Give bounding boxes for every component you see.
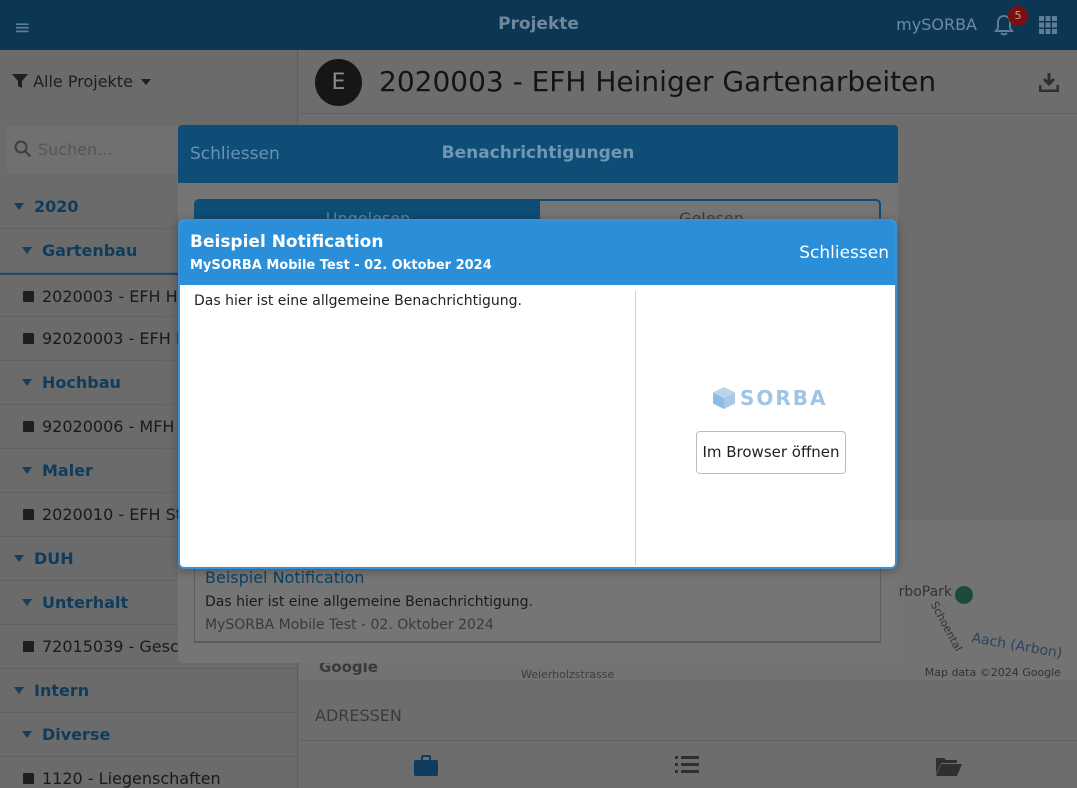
project-icon xyxy=(23,333,34,344)
map-attribution: Map data ©2024 Google xyxy=(924,666,1061,679)
map-street-label: Weierholzstrasse xyxy=(521,668,615,681)
project-title: 2020003 - EFH Heiniger Gartenarbeiten xyxy=(379,65,937,98)
caret-down-icon xyxy=(14,555,24,562)
caret-down-icon xyxy=(22,467,32,474)
tree-subgroup[interactable]: Diverse xyxy=(0,713,298,757)
filter-label: Alle Projekte xyxy=(33,72,133,91)
project-icon xyxy=(23,291,34,302)
caret-down-icon xyxy=(22,247,32,254)
bottom-nav xyxy=(299,740,1077,788)
project-icon xyxy=(23,641,34,652)
tree-label: DUH xyxy=(34,549,74,568)
tree-item[interactable]: 1120 - Liegenschaften xyxy=(0,757,298,788)
notification-detail-body: Das hier ist eine allgemeine Benachricht… xyxy=(194,293,522,309)
user-name[interactable]: mySORBA xyxy=(896,15,977,34)
tree-label: Unterhalt xyxy=(42,593,129,612)
notification-meta: MySORBA Mobile Test - 02. Oktober 2024 xyxy=(205,617,494,633)
project-icon xyxy=(23,773,34,784)
tree-label: Gartenbau xyxy=(42,241,138,260)
project-filter[interactable]: Alle Projekte xyxy=(12,72,152,91)
avatar: E xyxy=(315,59,362,106)
notifications-modal-title: Benachrichtigungen xyxy=(441,143,635,163)
divider xyxy=(635,291,636,565)
filter-icon xyxy=(12,74,28,88)
search-icon xyxy=(14,140,32,158)
project-icon xyxy=(23,509,34,520)
logo-text: SORBA xyxy=(740,386,828,410)
top-bar: ≡ Projekte mySORBA 5 xyxy=(0,0,1077,50)
tree-label: 92020006 - MFH xyxy=(42,417,175,436)
chevron-down-icon xyxy=(141,79,152,85)
caret-down-icon xyxy=(22,599,32,606)
tree-label: Maler xyxy=(42,461,93,480)
caret-down-icon xyxy=(14,687,24,694)
section-title-adressen: ADRESSEN xyxy=(315,706,402,725)
search-placeholder: Suchen... xyxy=(38,140,113,159)
caret-down-icon xyxy=(22,731,32,738)
project-icon xyxy=(23,421,34,432)
notification-detail-header: Beispiel Notification MySORBA Mobile Tes… xyxy=(180,221,895,285)
tree-label: 2020 xyxy=(34,197,79,216)
caret-down-icon xyxy=(22,379,32,386)
open-in-browser-button[interactable]: Im Browser öffnen xyxy=(696,431,846,474)
download-icon[interactable] xyxy=(1039,72,1059,92)
notification-detail-close-button[interactable]: Schliessen xyxy=(799,243,889,263)
briefcase-icon[interactable] xyxy=(413,755,439,777)
notification-body: Das hier ist eine allgemeine Benachricht… xyxy=(205,594,533,610)
notification-list-item[interactable]: Beispiel Notification Das hier ist eine … xyxy=(194,563,881,643)
sorba-logo: SORBA xyxy=(712,385,828,411)
notification-badge: 5 xyxy=(1008,6,1028,26)
map-road-label: Schoental xyxy=(927,599,965,654)
folder-open-icon[interactable] xyxy=(935,755,963,777)
map-place-label: ArboPark xyxy=(889,584,953,600)
tree-label: 2020010 - EFH St xyxy=(42,505,183,524)
project-header: E 2020003 - EFH Heiniger Gartenarbeiten xyxy=(299,50,1077,114)
map-pin-icon[interactable] xyxy=(955,586,973,604)
apps-grid-icon[interactable] xyxy=(1039,16,1057,34)
notification-detail-subtitle: MySORBA Mobile Test - 02. Oktober 2024 xyxy=(190,258,492,273)
tree-group[interactable]: Intern xyxy=(0,669,298,713)
cube-logo-icon xyxy=(713,387,735,409)
notifications-modal-header: Schliessen Benachrichtigungen xyxy=(178,125,898,183)
notification-detail-modal: Beispiel Notification MySORBA Mobile Tes… xyxy=(178,219,897,569)
notification-detail-title: Beispiel Notification xyxy=(190,232,384,252)
tree-label: Hochbau xyxy=(42,373,121,392)
list-icon[interactable] xyxy=(675,755,699,775)
tree-label: Intern xyxy=(34,681,90,700)
notification-title: Beispiel Notification xyxy=(205,568,365,587)
caret-down-icon xyxy=(14,203,24,210)
tree-label: Diverse xyxy=(42,725,111,744)
map-river-label: Aach (Arbon) xyxy=(970,630,1064,662)
tree-label: 1120 - Liegenschaften xyxy=(42,769,221,788)
